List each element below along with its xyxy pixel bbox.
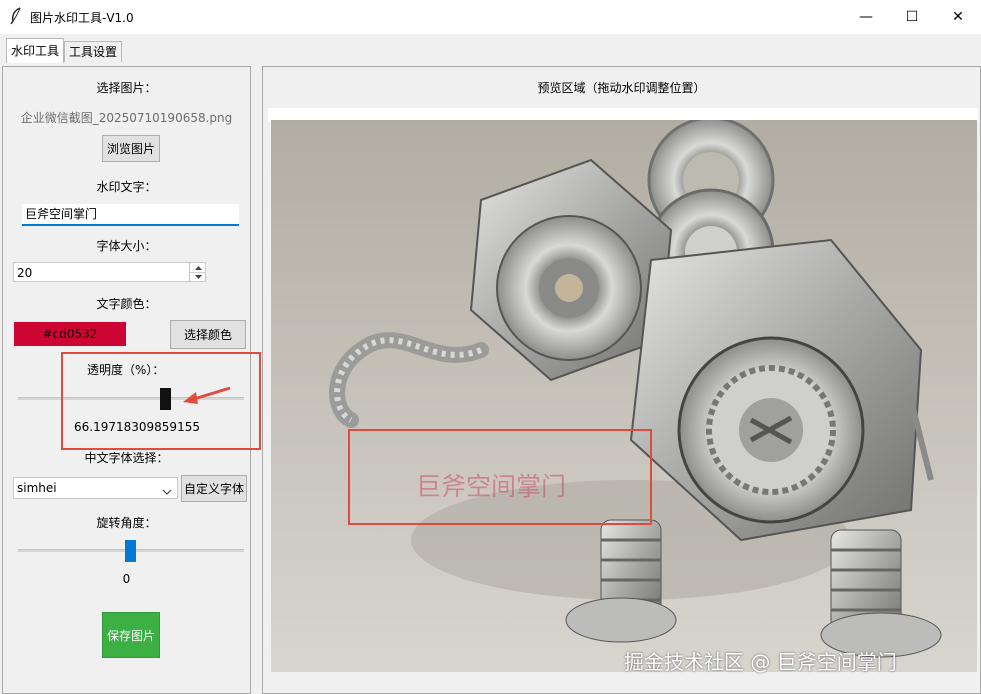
image-filename: 企业微信截图_20250710190658.png: [20, 111, 233, 125]
spinbox-arrows: [189, 263, 206, 281]
watermark-text-input[interactable]: 巨斧空间掌门: [22, 204, 239, 226]
chinese-font-select[interactable]: simhei: [13, 477, 178, 499]
spin-down-icon[interactable]: [190, 273, 206, 281]
chevron-down-icon[interactable]: [162, 484, 172, 498]
watermark-annotation-box: [348, 429, 652, 525]
custom-font-button[interactable]: 自定义字体: [181, 475, 247, 502]
font-size-spinbox[interactable]: 20: [13, 262, 206, 282]
watermark-text-label: 水印文字：: [96, 180, 157, 194]
browse-image-button[interactable]: 浏览图片: [102, 135, 160, 162]
annotation-arrow-icon: [180, 384, 234, 409]
font-size-label: 字体大小：: [96, 239, 157, 253]
feather-icon: [9, 7, 23, 28]
window-title: 图片水印工具-V1.0: [30, 11, 134, 25]
save-image-button[interactable]: 保存图片: [102, 612, 160, 658]
chinese-font-label: 中文字体选择：: [84, 451, 169, 465]
minimize-button[interactable]: —: [843, 0, 889, 34]
choose-color-button[interactable]: 选择颜色: [170, 320, 246, 349]
tab-watermark-tool[interactable]: 水印工具: [6, 38, 65, 63]
text-color-label: 文字颜色：: [96, 297, 157, 311]
preview-title: 预览区域（拖动水印调整位置）: [537, 81, 706, 95]
preview-image: [271, 120, 977, 672]
spin-up-icon[interactable]: [190, 263, 206, 273]
rotation-value: 0: [122, 572, 131, 586]
preview-canvas[interactable]: [271, 120, 977, 672]
title-bar: [0, 0, 981, 34]
rotation-slider-thumb[interactable]: [125, 540, 136, 562]
tab-tool-settings[interactable]: 工具设置: [64, 41, 123, 62]
tab-strip: [0, 34, 981, 64]
select-image-label: 选择图片：: [96, 81, 157, 95]
maximize-button[interactable]: ☐: [889, 0, 935, 34]
credit-watermark: 掘金技术社区 @ 巨斧空间掌门: [624, 650, 897, 674]
close-button[interactable]: ✕: [935, 0, 981, 34]
color-swatch: #cd0532: [14, 322, 126, 346]
rotation-label: 旋转角度：: [96, 516, 157, 530]
